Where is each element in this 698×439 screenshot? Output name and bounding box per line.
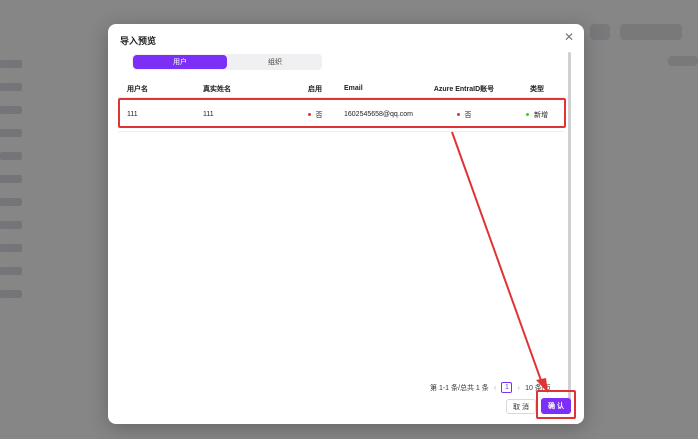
header-email: Email <box>344 85 363 92</box>
pagination-summary: 第 1-1 条/总共 1 条 <box>430 384 489 392</box>
cell-enabled-text: 否 <box>315 111 323 119</box>
header-username: 用户名 <box>127 85 148 93</box>
next-page-icon[interactable]: › <box>517 383 520 392</box>
modal-title: 导入预览 <box>120 36 157 46</box>
scrollbar[interactable] <box>568 52 571 402</box>
table-row: 111 111 否 1602545658@qq.com 否 新增 <box>118 98 564 132</box>
table-header: 用户名 真实姓名 启用 Email Azure EntraID账号 类型 <box>118 80 564 98</box>
header-realname: 真实姓名 <box>203 85 231 93</box>
tab-users[interactable]: 用户 <box>133 55 227 69</box>
cell-type-text: 新增 <box>534 111 548 119</box>
pagination: 第 1-1 条/总共 1 条 ‹ 1 › 10 条/页 <box>430 382 551 393</box>
tab-organizations[interactable]: 组织 <box>228 54 322 70</box>
cell-realname: 111 <box>203 111 214 118</box>
cell-azure: 否 <box>418 110 510 120</box>
cancel-button[interactable]: 取 消 <box>506 399 536 414</box>
close-icon[interactable]: ✕ <box>564 31 574 43</box>
cell-email: 1602545658@qq.com <box>344 111 413 118</box>
prev-page-icon[interactable]: ‹ <box>494 383 497 392</box>
header-type: 类型 <box>530 85 544 93</box>
header-enabled: 启用 <box>308 85 322 93</box>
status-dot <box>526 113 529 117</box>
import-preview-modal: 导入预览 ✕ 用户 组织 用户名 真实姓名 启用 Email Azure Ent… <box>108 24 584 424</box>
preview-table: 用户名 真实姓名 启用 Email Azure EntraID账号 类型 111… <box>118 80 564 132</box>
header-azure: Azure EntraID账号 <box>433 85 495 93</box>
cell-enabled: 否 <box>292 110 338 120</box>
page-size-select[interactable]: 10 条/页 <box>525 383 551 393</box>
page-number[interactable]: 1 <box>501 382 513 393</box>
confirm-button[interactable]: 确 认 <box>541 398 571 414</box>
cell-username: 111 <box>127 111 138 118</box>
cell-azure-text: 否 <box>464 111 472 119</box>
status-dot <box>456 113 460 117</box>
status-dot <box>307 113 311 117</box>
cell-type: 新增 <box>510 110 564 120</box>
tab-switcher: 用户 组织 <box>132 54 322 70</box>
